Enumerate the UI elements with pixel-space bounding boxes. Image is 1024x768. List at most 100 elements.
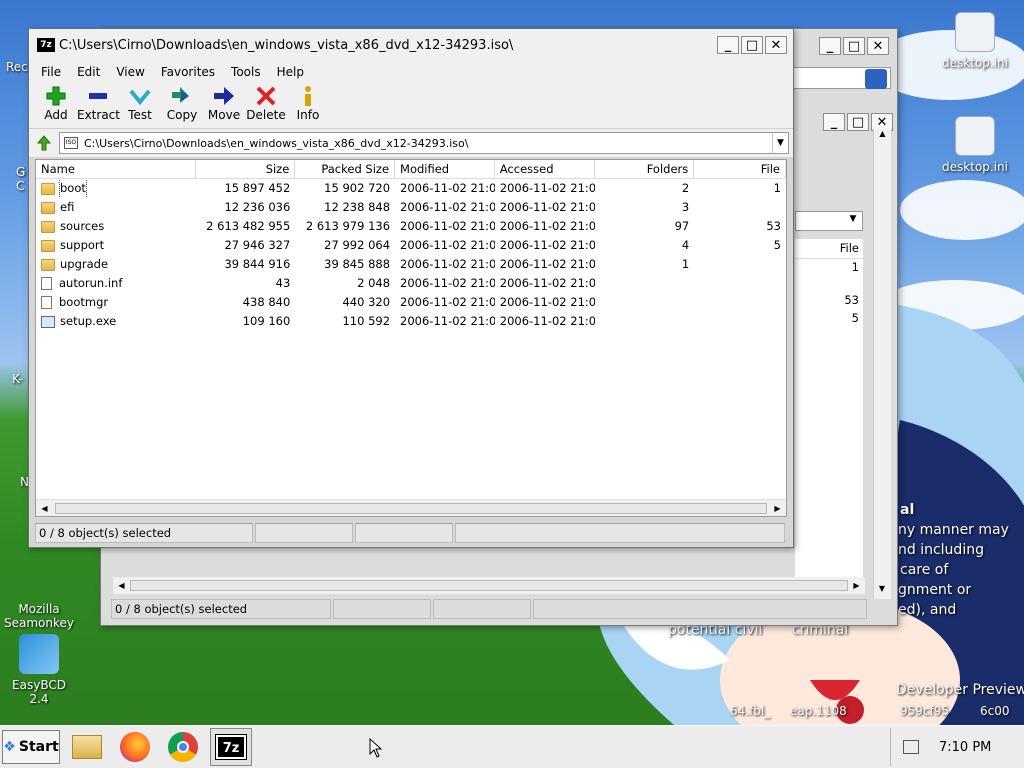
minimize-button[interactable]: _ [823,113,845,131]
extract-button[interactable]: Extract [77,83,120,122]
windows-logo-icon: ❖ [3,739,16,755]
cell-files [694,312,786,331]
move-button[interactable]: Move [203,83,245,122]
cell-accessed: 2006-11-02 21:00 [499,238,595,252]
minimize-button[interactable]: _ [819,37,841,55]
menu-file[interactable]: File [33,65,69,79]
iso-icon: ISO [64,137,78,149]
column-header-name[interactable]: Name [36,160,196,178]
close-icon: ✕ [770,37,782,53]
table-row[interactable]: sources 2 613 482 955 2 613 979 136 2006-11… [36,217,786,236]
mouse-cursor-icon [369,738,383,758]
list-body: boot 15 897 452 15 902 720 2006-11-02 21:00… [36,179,786,331]
file-explorer-icon[interactable] [66,728,108,766]
window-title: C:\Users\Cirno\Downloads\en_windows_vist… [59,37,514,53]
firefox-icon[interactable] [114,728,156,766]
copy-button[interactable]: Copy [161,83,203,122]
column-header-modified[interactable]: Modified [395,160,495,178]
cell-accessed: 2006-11-02 21:00 [499,314,595,328]
table-row[interactable]: upgrade 39 844 916 39 845 888 2006-11-02 21… [36,255,786,274]
cell-modified: 2006-11-02 21:00 [400,314,495,328]
status-text: 0 / 8 object(s) selected [35,523,253,543]
table-row[interactable]: setup.exe 109 160 110 592 2006-11-02 21:00 2… [36,312,786,331]
cloud [900,180,1024,240]
up-arrow-icon [36,135,52,151]
cell-folders: 4 [681,238,690,252]
cell-accessed: 2006-11-02 21:00 [499,295,595,309]
title-bar[interactable]: 7z C:\Users\Cirno\Downloads\en_windows_v… [29,29,793,61]
maximize-button[interactable]: □ [843,37,865,55]
start-button[interactable]: ❖ Start [2,730,60,764]
maximize-button[interactable]: □ [741,36,763,54]
column-header-files[interactable]: File [694,160,786,178]
chevron-down-icon[interactable]: ▼ [772,133,788,153]
menu-favorites[interactable]: Favorites [153,65,223,79]
file-name: bootmgr [59,295,109,309]
table-row[interactable]: bootmgr 438 840 440 320 2006-11-02 21:00 200… [36,293,786,312]
search-icon[interactable] [865,69,887,89]
cell-name: upgrade [36,255,196,274]
file-icon [41,277,52,290]
list-view[interactable]: File 1 53 5 [795,239,863,589]
menu-tools[interactable]: Tools [223,65,269,79]
address-bar[interactable]: ISO C:\Users\Cirno\Downloads\en_windows_… [59,132,789,154]
scroll-right-icon[interactable]: ▶ [769,500,786,517]
file-list[interactable]: Name Size Packed Size Modified Accessed … [35,159,787,517]
x-icon [256,86,276,106]
cell-name: sources [36,217,196,236]
minimize-button[interactable]: _ [717,36,739,54]
delete-button[interactable]: Delete [245,83,287,122]
close-button[interactable]: ✕ [867,37,889,55]
desktop-icon-easybcd[interactable]: EasyBCD 2.4 [2,634,76,706]
info-icon [305,86,311,106]
cell-packed-size: 110 592 [342,314,391,328]
desktop-icon-label[interactable]: G C [16,165,25,193]
horizontal-scrollbar[interactable]: ◀ ▶ [36,499,786,516]
table-row[interactable]: autorun.inf 43 2 048 2006-11-02 21:00 2006-1… [36,274,786,293]
table-row[interactable]: efi 12 236 036 12 238 848 2006-11-02 21:00 2… [36,198,786,217]
clock[interactable]: 7:10 PM [939,740,991,755]
up-folder-button[interactable] [33,132,55,154]
cell-name: autorun.inf [36,274,196,293]
window-controls: _ □ ✕ [817,37,889,55]
maximize-button[interactable]: □ [847,113,869,131]
7zip-taskbar-button[interactable]: 7z [210,728,252,766]
cell-packed-size: 15 902 720 [324,181,391,195]
wallpaper-text: 64.fbl_ [730,704,771,718]
cell-files: 5 [851,311,859,325]
test-button[interactable]: Test [119,83,161,122]
file-name: autorun.inf [59,276,123,290]
wallpaper-text: eap.1108 [790,704,847,718]
chrome-icon[interactable] [162,728,204,766]
table-row[interactable]: support 27 946 327 27 992 064 2006-11-02 21… [36,236,786,255]
close-button[interactable]: ✕ [765,36,787,54]
desktop-icon-label[interactable]: K- [12,372,23,386]
column-header-file[interactable]: File [795,239,863,259]
column-header-size[interactable]: Size [196,160,296,178]
desktop-icon-desktop-ini[interactable]: desktop.ini [938,12,1012,70]
wallpaper-text: al [900,502,915,518]
column-header-accessed[interactable]: Accessed [495,160,595,178]
address-dropdown[interactable]: ▼ [795,211,863,231]
menu-view[interactable]: View [108,65,152,79]
add-button[interactable]: Add [35,83,77,122]
horizontal-scrollbar[interactable]: ◀ ▶ [113,577,865,594]
7zip-file-manager-window[interactable]: 7z C:\Users\Cirno\Downloads\en_windows_v… [28,28,794,548]
desktop-icon-label[interactable]: Rec [6,60,28,74]
scroll-track[interactable] [55,502,767,514]
wallpaper-text: ny manner may [898,522,1009,538]
menu-help[interactable]: Help [269,65,312,79]
cell-files: 53 [766,219,781,233]
vertical-scrollbar[interactable]: ▲ ▼ [873,129,891,599]
desktop-icon-desktop-ini[interactable]: desktop.ini [938,116,1012,174]
column-header-folders[interactable]: Folders [595,160,695,178]
wallpaper-text: ed), and [898,602,957,618]
cell-files: 1 [851,260,859,274]
network-icon[interactable] [903,740,919,754]
info-button[interactable]: Info [287,83,329,122]
table-row[interactable]: boot 15 897 452 15 902 720 2006-11-02 21:00… [36,179,786,198]
status-bar: 0 / 8 object(s) selected [35,523,787,543]
column-header-packed-size[interactable]: Packed Size [295,160,396,178]
menu-edit[interactable]: Edit [69,65,108,79]
scroll-left-icon[interactable]: ◀ [36,500,53,517]
